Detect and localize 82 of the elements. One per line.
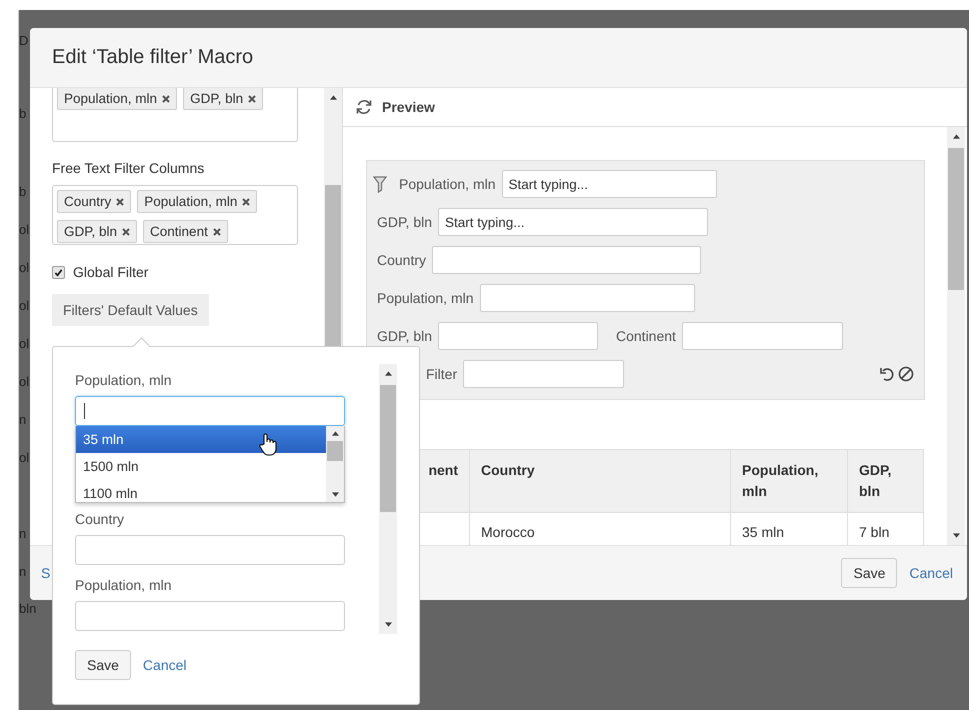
remove-icon[interactable] <box>162 94 170 102</box>
field-label: Free Text Filter Columns <box>52 160 206 176</box>
footer-link[interactable]: S <box>41 565 50 581</box>
remove-icon[interactable] <box>242 198 250 206</box>
down-arrow-icon[interactable] <box>384 622 392 627</box>
up-arrow-icon[interactable] <box>952 134 960 139</box>
remove-icon[interactable] <box>122 228 130 236</box>
background-text: ol <box>19 259 30 277</box>
hand-cursor-icon <box>259 432 277 456</box>
filter-input[interactable] <box>463 360 624 388</box>
column-header[interactable]: Country <box>470 450 730 512</box>
background-text: ol <box>19 297 30 315</box>
scrollbar-thumb[interactable] <box>380 385 396 512</box>
scrollbar[interactable] <box>326 426 344 502</box>
filter-input[interactable] <box>438 322 598 350</box>
tag-label: Continent <box>150 224 208 239</box>
save-button[interactable]: Save <box>75 650 131 680</box>
column-header[interactable]: Population, mln <box>730 450 848 512</box>
filter-label: GDP, bln <box>377 328 432 344</box>
down-arrow-icon[interactable] <box>332 492 338 497</box>
up-arrow-icon[interactable] <box>330 95 336 100</box>
background-text: n <box>19 563 26 581</box>
background-text: ol <box>19 373 30 391</box>
tag-label: Population, mln <box>144 194 238 209</box>
filter-label: Population, mln <box>377 290 474 306</box>
up-arrow-icon[interactable] <box>384 371 392 376</box>
value-input[interactable] <box>75 535 345 565</box>
background-text: bln <box>19 600 36 618</box>
filter-input[interactable]: Start typing... <box>438 208 708 236</box>
filter-input[interactable] <box>432 246 702 274</box>
dialog-title: Edit ‘Table filter’ Macro <box>52 46 254 69</box>
filter-label: Filter <box>426 366 458 382</box>
cancel-link[interactable]: Cancel <box>909 565 953 581</box>
preview-title: Preview <box>382 99 435 115</box>
background-text: b <box>19 105 26 123</box>
tag-field[interactable]: Country Population, mln GDP, bln Continent <box>52 185 298 245</box>
scrollbar[interactable] <box>379 364 397 634</box>
filter-label: Population, mln <box>399 176 496 192</box>
background-text: ol <box>19 335 30 353</box>
funnel-icon[interactable] <box>373 175 387 193</box>
save-button[interactable]: Save <box>841 558 898 588</box>
tag-label: GDP, bln <box>190 91 244 106</box>
filter-label: GDP, bln <box>377 214 432 230</box>
filter-input[interactable]: Start typing... <box>502 170 717 198</box>
cancel-link[interactable]: Cancel <box>142 657 187 673</box>
field-label: Country <box>75 511 126 527</box>
field-label: Population, mln <box>75 372 173 388</box>
value-input[interactable] <box>75 396 345 426</box>
tag-label: Country <box>64 194 112 209</box>
filter-label: Continent <box>616 328 676 344</box>
remove-icon[interactable] <box>248 94 256 102</box>
checkbox[interactable] <box>52 266 65 278</box>
background-text: n <box>19 411 26 429</box>
suggestion-item[interactable]: 1500 mln <box>76 453 326 480</box>
tag-label: GDP, bln <box>64 224 118 239</box>
checkbox-label: Global Filter <box>73 264 148 280</box>
up-arrow-icon[interactable] <box>332 431 338 436</box>
background-text: D <box>19 32 28 50</box>
scrollbar[interactable] <box>947 127 965 545</box>
scrollbar-thumb[interactable] <box>327 441 343 461</box>
tag-label: Population, mln <box>64 91 158 106</box>
field-label: Population, mln <box>75 577 173 593</box>
background-text: b <box>19 183 26 201</box>
tag-field[interactable]: Population, mln GDP, bln <box>52 88 298 142</box>
remove-icon[interactable] <box>212 228 221 236</box>
background-text: n <box>19 525 26 543</box>
filter-input[interactable] <box>682 322 843 350</box>
column-header[interactable]: GDP, bln <box>848 450 924 512</box>
clear-icon[interactable] <box>898 366 914 382</box>
suggestion-item[interactable]: 1100 mln <box>76 480 326 502</box>
undo-icon[interactable] <box>879 366 895 382</box>
refresh-icon[interactable] <box>355 98 373 116</box>
suggestion-item[interactable]: 35 mln <box>76 426 326 453</box>
background-text: ol <box>19 449 30 467</box>
value-input[interactable] <box>75 601 345 631</box>
scrollbar-thumb[interactable] <box>948 148 964 290</box>
filter-label: Country <box>377 252 426 268</box>
default-values-button[interactable]: Filters' Default Values <box>52 294 209 326</box>
filter-input[interactable] <box>480 284 695 312</box>
remove-icon[interactable] <box>116 198 124 206</box>
background-text: ol <box>19 221 30 239</box>
down-arrow-icon[interactable] <box>952 533 960 538</box>
